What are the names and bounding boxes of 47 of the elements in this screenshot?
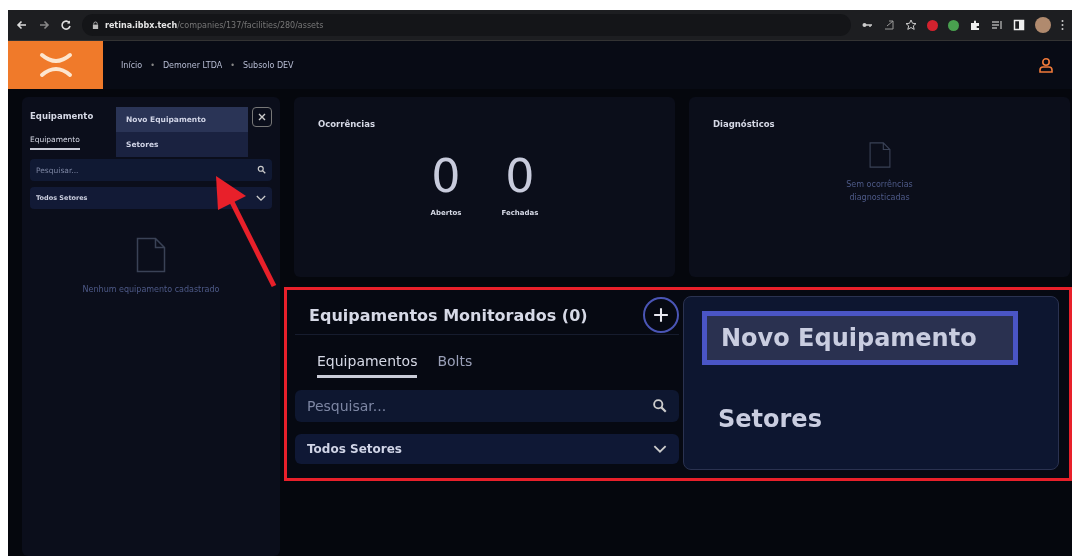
sector-select[interactable]: Todos Setores: [295, 434, 679, 464]
breadcrumb-link[interactable]: Demoner LTDA: [162, 60, 223, 70]
reload-icon[interactable]: [60, 19, 72, 31]
stat-value: 0: [505, 153, 535, 199]
side-panel-icon[interactable]: [1013, 19, 1025, 31]
search-icon: [652, 398, 667, 413]
tab[interactable]: Bolts: [437, 353, 473, 378]
chevron-down-icon: [653, 444, 667, 454]
url-host: retina.ibbx.tech: [105, 20, 178, 30]
document-icon: [868, 141, 891, 169]
breadcrumb-link[interactable]: Subsolo DEV: [242, 60, 294, 70]
empty-message: Sem ocorrências diagnosticadas: [845, 179, 914, 204]
menu-item[interactable]: Novo Equipamento: [702, 311, 1018, 365]
close-button[interactable]: [252, 107, 272, 127]
menu-item[interactable]: Setores: [684, 375, 1058, 463]
forward-arrow-icon[interactable]: [38, 19, 50, 31]
list-icon[interactable]: [991, 19, 1003, 31]
breadcrumb-link[interactable]: Início: [121, 60, 143, 70]
user-icon[interactable]: [1038, 57, 1054, 73]
document-icon: [136, 235, 166, 275]
close-icon: [257, 112, 267, 122]
card-title: Diagnósticos: [713, 119, 776, 129]
profile-avatar[interactable]: [1035, 17, 1051, 33]
add-button[interactable]: [643, 297, 679, 333]
url-path: /companies/137/facilities/280/assets: [177, 20, 324, 30]
star-icon[interactable]: [905, 19, 917, 31]
logo-icon: [38, 51, 73, 79]
tab[interactable]: Equipamentos: [317, 353, 418, 378]
breadcrumb-separator: •: [150, 60, 155, 70]
search-icon: [257, 165, 266, 174]
empty-message: Nenhum equipamento cadastrado: [81, 285, 221, 294]
panel-title: Equipamento: [30, 111, 95, 121]
share-icon[interactable]: [883, 19, 895, 31]
chevron-down-icon: [256, 194, 266, 202]
stat-value: 0: [431, 153, 461, 199]
back-arrow-icon[interactable]: [16, 19, 28, 31]
more-icon[interactable]: [1061, 19, 1064, 31]
extension-icon[interactable]: [927, 19, 938, 31]
address-bar[interactable]: retina.ibbx.tech/companies/137/facilities/280/assets: [82, 14, 851, 36]
panel-title: Equipamentos Monitorados (0): [309, 305, 588, 325]
extension-icon[interactable]: [948, 19, 959, 31]
plus-icon: [653, 307, 669, 323]
search-field[interactable]: Pesquisar...: [295, 390, 679, 422]
puzzle-icon[interactable]: [969, 19, 981, 31]
lock-icon: [92, 20, 99, 30]
breadcrumb-separator: •: [230, 60, 235, 70]
card-title: Ocorrências: [318, 119, 377, 129]
